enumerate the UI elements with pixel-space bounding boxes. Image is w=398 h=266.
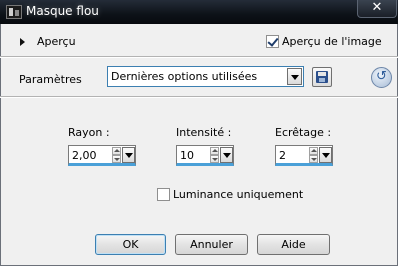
reset-button[interactable]: ↺ bbox=[371, 67, 392, 88]
clipping-dropdown-icon[interactable] bbox=[319, 147, 332, 163]
close-button[interactable]: ✕ bbox=[357, 0, 397, 18]
increment-icon[interactable] bbox=[112, 147, 121, 155]
intensity-value: 10 bbox=[180, 149, 194, 162]
intensity-dropdown-icon[interactable] bbox=[220, 147, 233, 163]
clipping-stepper[interactable] bbox=[309, 147, 318, 163]
luminance-only-label[interactable]: Luminance uniquement bbox=[173, 188, 303, 201]
close-icon: ✕ bbox=[371, 0, 383, 15]
clipping-value: 2 bbox=[279, 149, 286, 162]
divider bbox=[0, 56, 398, 58]
chevron-down-icon[interactable] bbox=[287, 68, 302, 85]
image-preview-checkbox[interactable] bbox=[266, 35, 279, 48]
ok-button[interactable]: OK bbox=[95, 234, 166, 255]
intensity-input[interactable]: 10 bbox=[176, 145, 234, 166]
presets-selected-value: Dernières options utilisées bbox=[111, 70, 258, 83]
radius-dropdown-icon[interactable] bbox=[122, 147, 135, 163]
luminance-only-checkbox[interactable] bbox=[157, 188, 170, 201]
cancel-button[interactable]: Annuler bbox=[175, 234, 248, 255]
increment-icon[interactable] bbox=[309, 147, 318, 155]
radius-label: Rayon : bbox=[68, 126, 110, 139]
decrement-icon[interactable] bbox=[112, 155, 121, 163]
decrement-icon[interactable] bbox=[210, 155, 219, 163]
floppy-disk-icon bbox=[316, 71, 328, 83]
window-title: Masque flou bbox=[26, 4, 99, 18]
save-preset-button[interactable] bbox=[312, 67, 332, 87]
decrement-icon[interactable] bbox=[309, 155, 318, 163]
reset-icon: ↺ bbox=[376, 69, 387, 84]
intensity-stepper[interactable] bbox=[210, 147, 219, 163]
app-icon bbox=[6, 5, 22, 19]
radius-stepper[interactable] bbox=[112, 147, 121, 163]
presets-dropdown[interactable]: Dernières options utilisées bbox=[107, 66, 304, 87]
intensity-label: Intensité : bbox=[176, 126, 232, 139]
increment-icon[interactable] bbox=[210, 147, 219, 155]
preview-section-label[interactable]: Aperçu bbox=[37, 35, 76, 48]
expand-preview-icon[interactable] bbox=[20, 38, 25, 46]
help-button[interactable]: Aide bbox=[257, 234, 330, 255]
title-bar: Masque flou ✕ bbox=[0, 0, 398, 24]
radius-value: 2,00 bbox=[72, 149, 97, 162]
presets-label: Paramètres bbox=[19, 73, 82, 86]
clipping-label: Ecrêtage : bbox=[275, 126, 332, 139]
image-preview-label[interactable]: Aperçu de l'image bbox=[282, 35, 382, 48]
radius-input[interactable]: 2,00 bbox=[68, 145, 136, 166]
divider bbox=[0, 96, 398, 98]
clipping-input[interactable]: 2 bbox=[275, 145, 333, 166]
